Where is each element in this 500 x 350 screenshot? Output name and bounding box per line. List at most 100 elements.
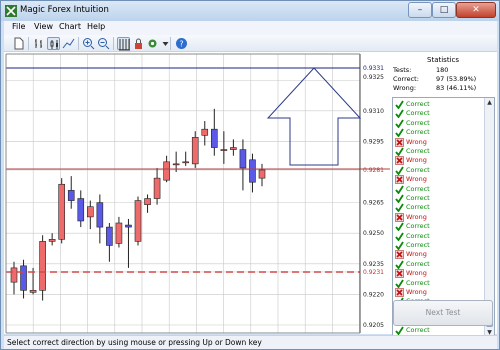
svg-text:?: ? <box>179 40 183 49</box>
history-item-label: Correct <box>406 128 430 137</box>
candle <box>87 200 94 230</box>
y-tick-label: 0.9265 <box>363 200 384 207</box>
candle-body <box>48 239 56 242</box>
zoom-out-icon[interactable] <box>97 37 110 50</box>
history-item-label: Wrong <box>406 156 427 165</box>
window-title: Magic Forex Intuition <box>20 5 109 15</box>
history-item-label: Correct <box>406 222 430 231</box>
candle-body <box>182 161 189 164</box>
check-icon <box>395 222 404 232</box>
candle-body <box>58 183 65 240</box>
scroll-up-arrow-icon[interactable]: ▲ <box>485 98 494 107</box>
candle-body <box>115 222 123 244</box>
check-icon <box>395 194 404 203</box>
check-icon <box>395 166 404 175</box>
close-button[interactable]: ✕ <box>456 2 496 18</box>
y-tick-label: 0.9325 <box>363 74 384 81</box>
up-arrow-shape <box>266 67 362 166</box>
history-item-label: Correct <box>406 194 430 202</box>
correct-label: Correct: <box>393 75 419 83</box>
candle-body <box>77 198 85 222</box>
history-item-label: Correct <box>406 118 430 127</box>
candle-body <box>29 290 37 293</box>
statistics-panel: Statistics Tests: 180 Correct: 97 (53.89… <box>391 52 497 338</box>
candle <box>201 121 209 146</box>
tests-row: Tests: 180 <box>393 66 493 75</box>
history-item-label: Wrong <box>406 250 427 259</box>
check-icon <box>395 232 404 241</box>
settings-icon[interactable] <box>146 37 159 50</box>
status-text: Select correct direction by using mouse … <box>7 338 262 347</box>
y-tick-label: 0.9220 <box>363 291 384 298</box>
cross-icon <box>395 269 404 278</box>
history-item-label: Wrong <box>406 269 427 278</box>
candle-body <box>163 161 170 181</box>
history-item-label: Wrong <box>406 137 427 146</box>
lock-icon[interactable] <box>132 37 145 50</box>
price-chart[interactable]: 0.9331 0.9325 0.9310 0.9295 0.9281 0.9265 0.92… <box>4 52 391 335</box>
history-item-label: Correct <box>406 184 430 193</box>
candle-body <box>39 241 46 291</box>
minimize-button[interactable]: – <box>408 2 432 18</box>
dropdown-arrow-icon[interactable] <box>159 37 169 50</box>
next-test-button[interactable]: Next Test <box>393 300 493 326</box>
candle-body <box>20 265 27 291</box>
candle-body <box>230 147 237 150</box>
candle-body <box>106 226 113 246</box>
wrong-value: 83 (46.11%) <box>436 84 477 92</box>
tests-value: 180 <box>436 66 449 74</box>
y-tick-label: 0.9250 <box>363 230 384 237</box>
correct-row: Correct: 97 (53.89%) <box>393 75 493 84</box>
help-icon[interactable]: ? <box>175 37 188 50</box>
candle <box>39 235 46 301</box>
grid-icon[interactable] <box>117 37 130 51</box>
history-item-label: Correct <box>406 231 430 240</box>
cross-icon <box>395 156 404 166</box>
cross-icon <box>395 288 404 297</box>
candle <box>58 178 65 244</box>
history-item-label: Correct <box>406 325 430 334</box>
candle-body <box>211 128 218 148</box>
menu-view[interactable]: View <box>34 22 53 31</box>
history-item-label: Correct <box>406 203 430 212</box>
menu-chart[interactable]: Chart <box>59 22 81 31</box>
y-tick-label: 0.9205 <box>363 322 384 329</box>
menu-help[interactable]: Help <box>87 22 105 31</box>
maximize-button[interactable]: □ <box>432 2 456 18</box>
candle-body <box>67 190 75 201</box>
bar-chart-icon[interactable] <box>32 37 45 50</box>
history-item-label: Correct <box>406 147 430 155</box>
y-tick-label: 0.9281 <box>363 167 384 174</box>
candle <box>249 153 256 193</box>
candle <box>20 259 27 299</box>
candle <box>134 196 142 246</box>
candle <box>67 176 75 209</box>
correct-value: 97 (53.89%) <box>436 75 477 83</box>
candle-body <box>239 149 247 169</box>
candle-body <box>258 169 266 179</box>
candle <box>220 131 228 164</box>
line-chart-icon[interactable] <box>62 37 75 50</box>
title-bar[interactable]: Magic Forex Intuition – □ ✕ <box>1 1 499 21</box>
menu-file[interactable]: File <box>12 22 25 31</box>
history-item-label: Correct <box>406 109 430 118</box>
check-icon <box>395 260 404 269</box>
wrong-label: Wrong: <box>393 84 417 92</box>
y-tick-label: 0.9310 <box>363 108 384 115</box>
candle <box>230 139 237 156</box>
candle-body <box>144 198 151 205</box>
candle <box>153 167 161 205</box>
y-tick-label: 0.9331 <box>363 65 384 72</box>
app-window: Magic Forex Intuition – □ ✕ File View Ch… <box>0 0 500 350</box>
zoom-in-icon[interactable] <box>82 37 95 50</box>
cross-icon <box>395 250 404 260</box>
cross-icon <box>395 175 404 184</box>
candle <box>239 139 247 191</box>
history-item-label: Correct <box>406 278 430 287</box>
check-icon <box>395 326 404 335</box>
candlestick-icon[interactable] <box>47 37 60 50</box>
candle <box>77 190 85 228</box>
candle <box>144 194 151 213</box>
new-document-icon[interactable] <box>12 37 25 50</box>
toolbar: ? <box>4 35 497 52</box>
